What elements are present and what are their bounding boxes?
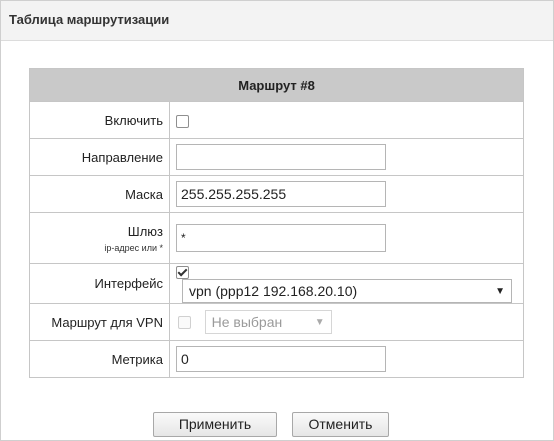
gateway-input[interactable] <box>176 224 386 252</box>
mask-input[interactable] <box>176 181 386 207</box>
cancel-button[interactable]: Отменить <box>292 412 389 437</box>
apply-button[interactable]: Применить <box>153 412 277 437</box>
vpn-route-label: Маршрут для VPN <box>29 303 170 342</box>
chevron-down-icon: ▼ <box>314 316 325 328</box>
route-form: Маршрут #8 Включить Направление Маска Шл… <box>29 68 524 379</box>
destination-label: Направление <box>29 138 170 176</box>
interface-checkbox[interactable] <box>176 266 189 280</box>
interface-select[interactable]: vpn (ppp12 192.168.20.10) ▼ <box>182 279 512 304</box>
destination-input[interactable] <box>176 144 386 170</box>
vpn-route-select-value: Не выбран <box>211 314 283 331</box>
enable-checkbox[interactable] <box>176 114 189 128</box>
routing-table-panel: Таблица маршрутизации Маршрут #8 Включит… <box>0 0 554 441</box>
interface-select-value: vpn (ppp12 192.168.20.10) <box>189 283 358 300</box>
enable-label: Включить <box>29 101 170 139</box>
metric-label: Метрика <box>29 340 170 379</box>
gateway-label-cell: Шлюз ip-адрес или * <box>29 212 170 264</box>
vpn-route-select[interactable]: Не выбран ▼ <box>204 310 332 335</box>
metric-input[interactable] <box>176 346 386 373</box>
gateway-label: Шлюз <box>127 223 163 239</box>
vpn-route-checkbox[interactable] <box>178 315 191 329</box>
route-caption: Маршрут #8 <box>29 68 524 102</box>
gateway-hint: ip-адрес или * <box>104 242 163 253</box>
interface-label: Интерфейс <box>29 262 170 305</box>
mask-label: Маска <box>29 175 170 213</box>
chevron-down-icon: ▼ <box>495 285 505 297</box>
panel-title: Таблица маршрутизации <box>1 1 553 41</box>
